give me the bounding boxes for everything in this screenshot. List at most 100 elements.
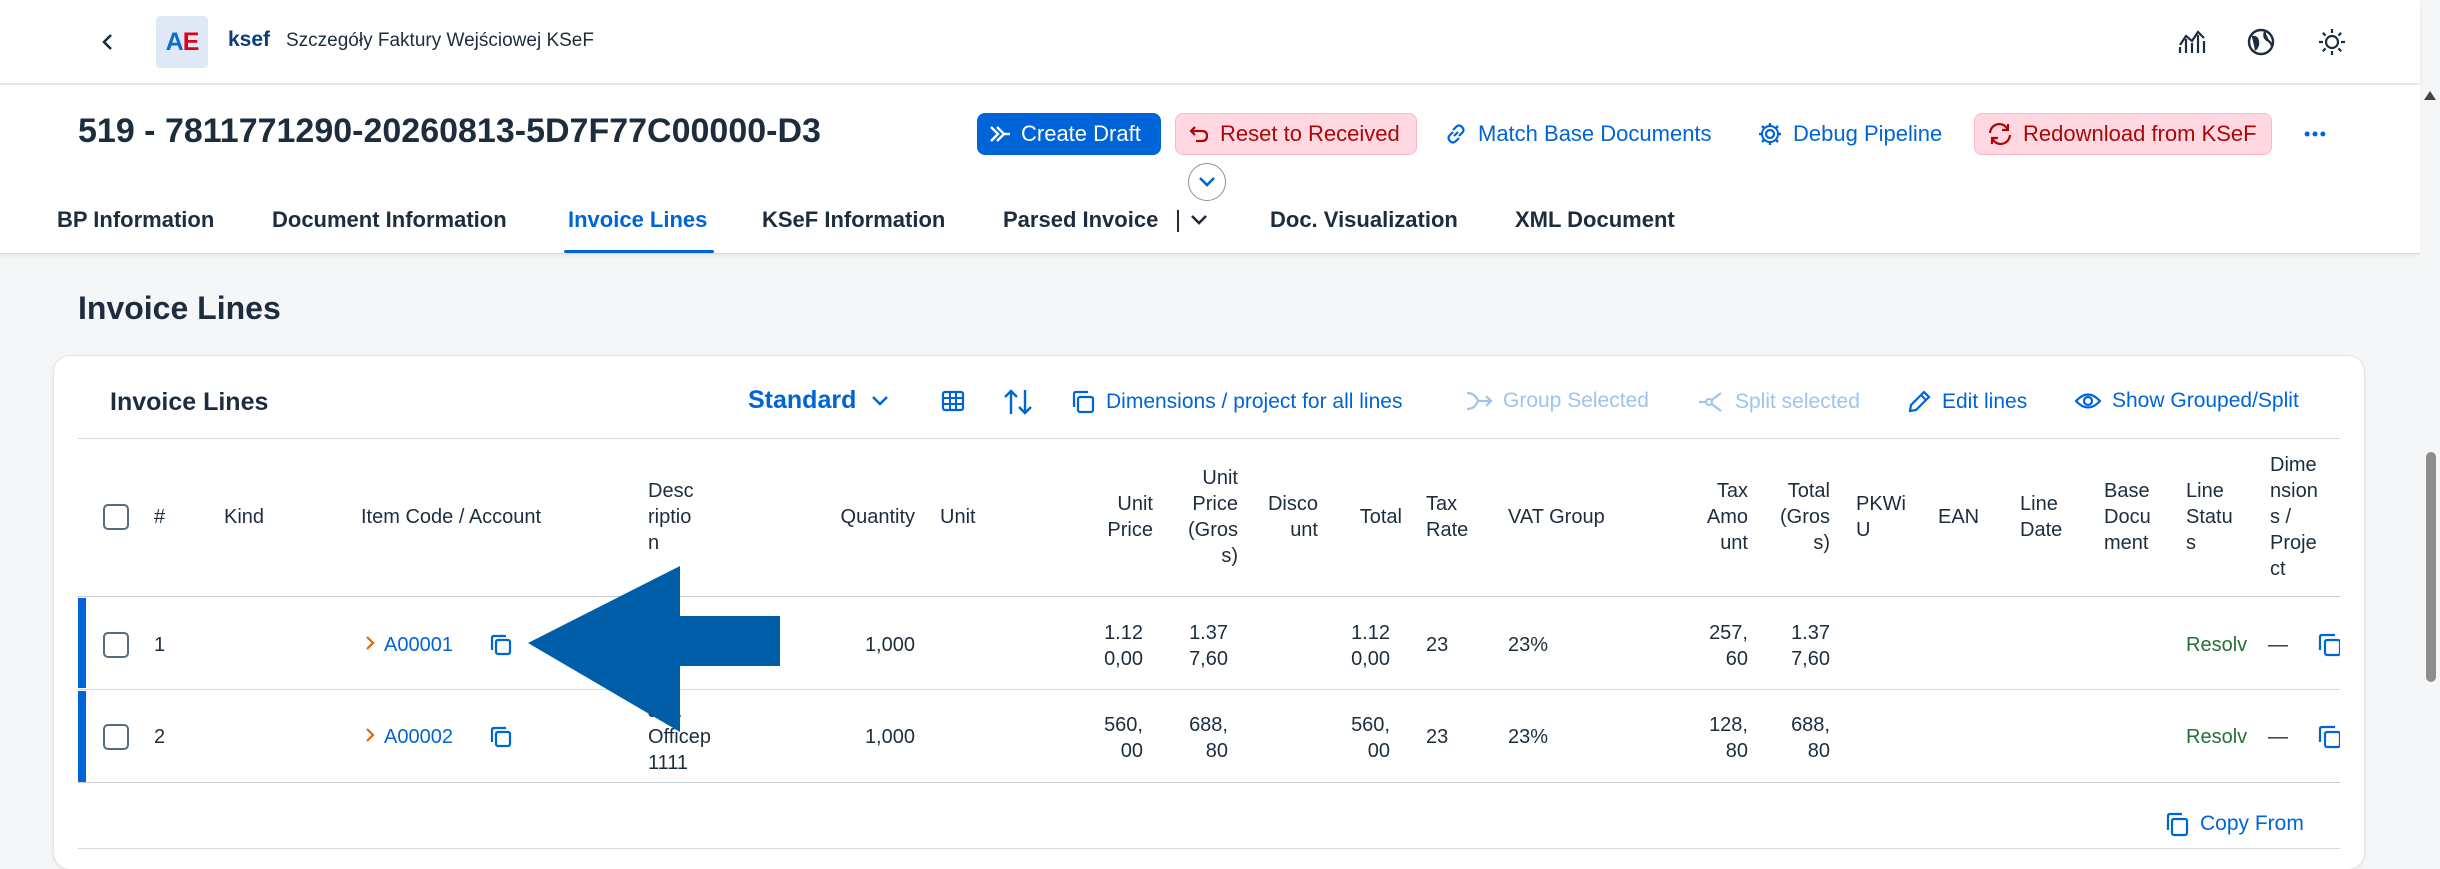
column-header-dimensions-line: nsion	[2270, 480, 2318, 502]
language-button[interactable]	[2243, 24, 2279, 60]
column-header-tax-rate-line: Tax	[1426, 493, 1458, 515]
quantity-cell: 1,000	[864, 634, 915, 656]
theme-button[interactable]	[2314, 24, 2350, 60]
page-title: 519 - 7811771290-20260813-5D7F77C00000-D…	[78, 112, 821, 150]
back-button[interactable]	[92, 26, 124, 58]
tab-invoice-lines[interactable]: Invoice Lines	[568, 207, 707, 233]
variant-label: Standard	[748, 386, 857, 414]
total-cell: 1.12 0,00	[1330, 620, 1390, 672]
column-header-line-status-line: Line	[2186, 480, 2224, 502]
total-gross-line: 7,60	[1791, 648, 1830, 670]
object-header: 519 - 7811771290-20260813-5D7F77C00000-D…	[0, 85, 2420, 254]
tab-parsed-invoice[interactable]: Parsed Invoice	[1003, 207, 1158, 233]
row-dimensions-button[interactable]	[2316, 723, 2340, 751]
parsed-invoice-menu-button[interactable]	[1188, 209, 1210, 231]
variant-selector[interactable]: Standard	[748, 386, 890, 415]
tab-ksef-information[interactable]: KSeF Information	[762, 207, 945, 233]
column-header-description-line: riptio	[648, 506, 692, 528]
column-header-total-gross-line: Total	[1787, 480, 1830, 502]
tab-doc-visualization[interactable]: Doc. Visualization	[1270, 207, 1458, 233]
row-dimensions-button[interactable]	[2316, 631, 2340, 659]
column-header-discount-line: Disco	[1267, 493, 1318, 515]
table-view-icon	[941, 390, 965, 412]
table-settings-button[interactable]	[940, 388, 966, 414]
match-base-documents-button[interactable]: Match Base Documents	[1432, 113, 1730, 155]
analytics-button[interactable]	[2174, 24, 2210, 60]
collapse-header-button[interactable]	[1188, 163, 1226, 201]
column-header-ean: EAN	[1938, 506, 1980, 528]
tax-amount-line: 128,	[1709, 714, 1748, 736]
unit-price-gross-line: 80	[1205, 740, 1228, 762]
annotation-arrow	[528, 566, 780, 732]
column-header-line-status: Line Statu s	[2186, 478, 2233, 556]
header-divider	[78, 596, 2340, 597]
line-status-cell: Resolv	[2186, 634, 2248, 656]
overflow-icon	[2304, 131, 2326, 137]
company-logo[interactable]: AE	[156, 16, 208, 68]
scroll-up-icon[interactable]	[2422, 88, 2438, 102]
copy-stack-icon	[1072, 390, 1095, 414]
sort-button[interactable]	[1003, 388, 1033, 416]
copy-from-button[interactable]: Copy From	[2164, 810, 2304, 838]
row-highlight	[78, 598, 86, 688]
table-bottom-divider	[78, 782, 2340, 783]
redownload-from-ksef-button[interactable]: Redownload from KSeF	[1974, 113, 2272, 155]
column-header-tax-amount: Tax Amo unt	[1690, 478, 1748, 556]
brand-name: ksef	[228, 28, 271, 51]
create-draft-button[interactable]: Create Draft	[977, 113, 1161, 155]
create-draft-label: Create Draft	[1021, 121, 1141, 146]
item-code-link[interactable]: A00002	[384, 724, 453, 750]
total-gross-cell: 688, 80	[1762, 712, 1830, 764]
dimensions-all-lines-label: Dimensions / project for all lines	[1106, 390, 1403, 413]
column-header-tax-rate-line: Rate	[1426, 519, 1469, 541]
active-tab-indicator	[564, 250, 714, 253]
column-header-item-code: Item Code / Account	[361, 506, 542, 528]
chevron-right-icon	[366, 728, 375, 742]
column-header-kind: Kind	[224, 506, 265, 528]
column-header-line-status-line: s	[2186, 532, 2196, 554]
tab-document-information[interactable]: Document Information	[272, 207, 507, 233]
expand-row-button[interactable]	[364, 634, 376, 652]
copy-item-button[interactable]	[488, 632, 514, 658]
row-checkbox[interactable]	[103, 632, 129, 658]
column-header-total: Total	[1359, 506, 1402, 528]
chevron-left-icon	[102, 34, 112, 50]
total-cell: 560, 00	[1330, 712, 1390, 764]
column-header-base-document: Base Docu ment	[2104, 478, 2151, 556]
column-header-line-date-line: Date	[2020, 519, 2063, 541]
scrollbar-thumb[interactable]	[2426, 452, 2436, 682]
column-header-total-gross: Total (Gros s)	[1762, 478, 1830, 556]
debug-pipeline-button[interactable]: Debug Pipeline	[1745, 113, 1959, 155]
reset-to-received-button[interactable]: Reset to Received	[1175, 113, 1417, 155]
tab-xml-document[interactable]: XML Document	[1515, 207, 1675, 233]
tax-rate-cell: 23	[1426, 726, 1449, 748]
tab-bp-information[interactable]: BP Information	[57, 207, 214, 233]
copy-icon	[490, 726, 512, 748]
expand-row-button[interactable]	[364, 726, 376, 744]
group-selected-button[interactable]: Group Selected	[1465, 389, 1649, 413]
show-grouped-split-button[interactable]: Show Grouped/Split	[2074, 389, 2299, 413]
shell-bar: AE ksef Szczegóły Faktury Wejściowej KSe…	[0, 0, 2420, 84]
column-header-description: Desc riptio n	[648, 478, 708, 556]
copy-item-button[interactable]	[488, 724, 514, 750]
dimensions-all-lines-button[interactable]: Dimensions / project for all lines	[1070, 389, 1402, 415]
unit-price-gross-cell: 1.37 7,60	[1166, 620, 1228, 672]
row-checkbox[interactable]	[103, 724, 129, 750]
sort-icon	[1004, 389, 1032, 415]
debug-pipeline-label: Debug Pipeline	[1793, 121, 1943, 146]
description-line: 1111	[648, 752, 689, 774]
column-header-unit-price-gross-line: s)	[1221, 545, 1238, 567]
more-actions-button[interactable]	[2292, 113, 2338, 155]
tax-amount-line: 60	[1725, 648, 1748, 670]
column-header-number: #	[154, 506, 166, 528]
pencil-icon	[1908, 390, 1931, 413]
select-all-checkbox[interactable]	[103, 504, 129, 530]
column-header-line-status-line: Statu	[2186, 506, 2233, 528]
item-code-link[interactable]: A00001	[384, 632, 453, 658]
split-selected-button[interactable]: Split selected	[1697, 389, 1860, 415]
edit-lines-button[interactable]: Edit lines	[1906, 389, 2027, 415]
column-header-line-date: Line Date	[2020, 491, 2062, 543]
section-title: Invoice Lines	[78, 290, 281, 326]
column-header-pkwiu-line: U	[1856, 519, 1871, 541]
total-line: 560,	[1351, 714, 1390, 736]
